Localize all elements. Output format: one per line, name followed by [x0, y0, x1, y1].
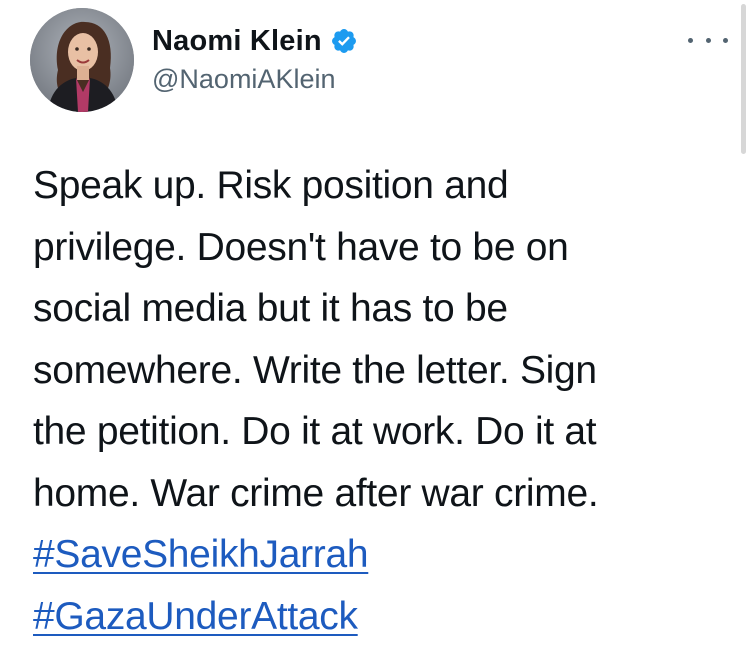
tweet: Naomi Klein @NaomiAKlein Speak up. Risk … — [0, 0, 750, 657]
tweet-header: Naomi Klein @NaomiAKlein — [30, 8, 730, 118]
tweet-text: Speak up. Risk position and privilege. D… — [33, 164, 599, 515]
more-horizontal-icon[interactable] — [688, 30, 728, 50]
hashtag-link[interactable]: #GazaUnderAttack — [33, 586, 368, 648]
author-display-name[interactable]: Naomi Klein — [152, 25, 322, 58]
dot — [705, 37, 711, 43]
avatar-photo — [30, 8, 134, 112]
verified-badge-icon — [330, 27, 358, 55]
avatar[interactable] — [30, 8, 134, 112]
dot — [723, 37, 728, 43]
hashtag-link[interactable]: #SaveSheikhJarrah — [33, 524, 369, 586]
author-handle[interactable]: @NaomiAKlein — [152, 64, 358, 95]
tweet-hashtags: #SaveSheikhJarrah #GazaUnderAttack — [33, 524, 369, 648]
dot — [688, 37, 693, 43]
author-names: Naomi Klein @NaomiAKlein — [152, 22, 358, 95]
name-row: Naomi Klein — [152, 22, 358, 60]
scrollbar[interactable] — [741, 4, 746, 154]
